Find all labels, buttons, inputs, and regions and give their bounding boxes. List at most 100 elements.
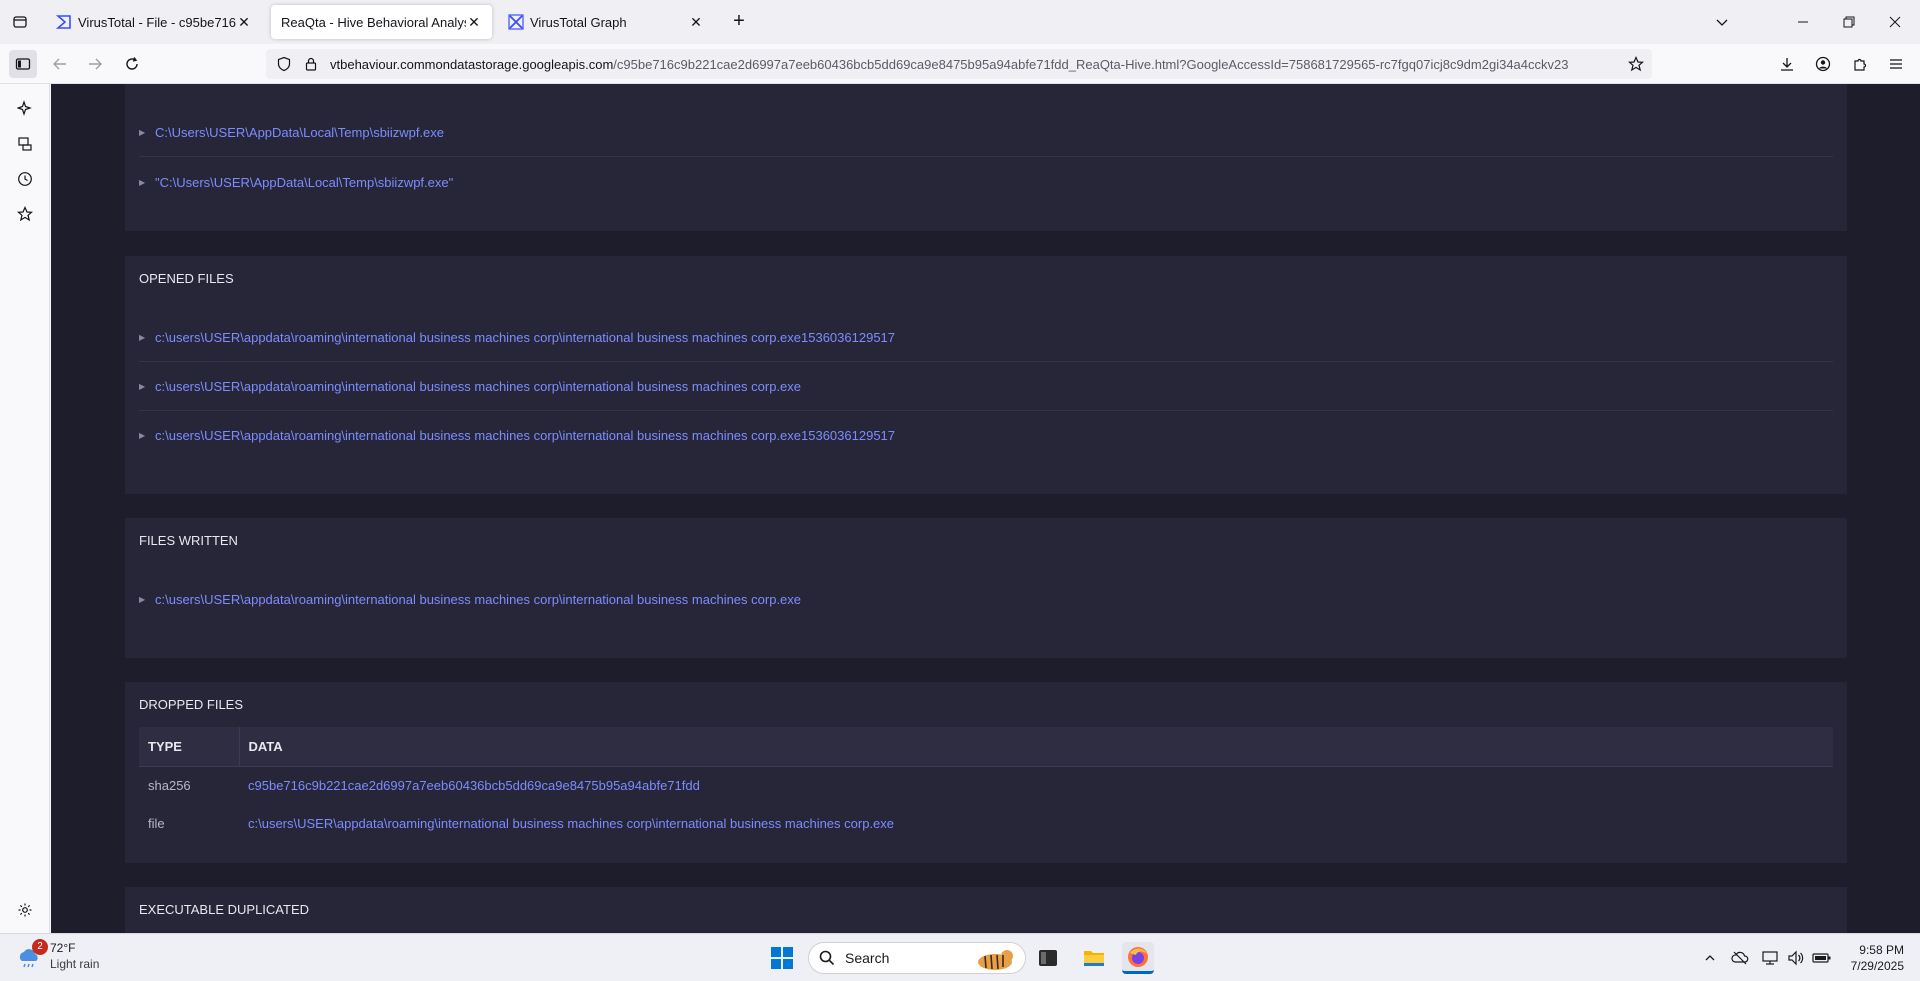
address-bar[interactable]: vtbehaviour.commondatastorage.googleapis… xyxy=(266,49,1652,79)
synced-tabs-button[interactable] xyxy=(12,131,38,157)
weather-widget[interactable]: 2 72°F Light rain xyxy=(16,939,100,972)
task-view-button[interactable] xyxy=(1032,942,1064,974)
executable-duplicated-card: EXECUTABLE DUPLICATED xyxy=(125,887,1847,933)
cell-type: file xyxy=(148,815,165,831)
folder-icon xyxy=(1084,951,1104,966)
list-item[interactable]: ▶ "C:\Users\USER\AppData\Local\Temp\sbii… xyxy=(139,158,1833,207)
expand-triangle-icon[interactable]: ▶ xyxy=(139,382,149,391)
customize-sidebar-button[interactable] xyxy=(12,897,38,923)
lock-icon[interactable] xyxy=(304,57,318,71)
expand-triangle-icon[interactable]: ▶ xyxy=(139,128,149,137)
forward-button[interactable] xyxy=(81,50,109,78)
network-tray-button[interactable] xyxy=(1760,948,1780,968)
close-tab-icon[interactable]: ✕ xyxy=(236,14,252,30)
files-written-card: FILES WRITTEN ▶ c:\users\USER\appdata\ro… xyxy=(125,518,1847,658)
opened-files-card: OPENED FILES ▶ c:\users\USER\appdata\roa… xyxy=(125,256,1847,494)
onedrive-tray-button[interactable] xyxy=(1730,948,1750,968)
chevron-up-icon xyxy=(1705,955,1715,961)
volume-tray-button[interactable] xyxy=(1786,948,1806,968)
ai-chatbot-button[interactable] xyxy=(12,95,38,121)
file-link[interactable]: c:\users\USER\appdata\roaming\internatio… xyxy=(155,592,801,607)
extensions-button[interactable] xyxy=(1846,50,1874,78)
search-label: Search xyxy=(845,950,890,966)
section-title: OPENED FILES xyxy=(139,271,234,286)
tab-bar: VirusTotal - File - c95be716c9b2 ✕ ReaQt… xyxy=(0,0,1920,44)
file-explorer-button[interactable] xyxy=(1078,942,1110,974)
column-header-type: TYPE xyxy=(139,727,240,767)
restore-button[interactable] xyxy=(1826,0,1872,44)
dropped-files-table: TYPE DATA sha256 c95be716c9b221cae2d6997… xyxy=(139,727,1833,842)
process-link[interactable]: C:\Users\USER\AppData\Local\Temp\sbiizwp… xyxy=(155,125,444,140)
virustotal-icon xyxy=(56,14,72,30)
forward-arrow-icon xyxy=(89,58,102,70)
tab-virustotal-file[interactable]: VirusTotal - File - c95be716c9b2 ✕ xyxy=(46,5,262,39)
temperature: 72°F xyxy=(50,941,76,955)
minimize-button[interactable] xyxy=(1780,0,1826,44)
tab-title: VirusTotal - File - c95be716c9b2 xyxy=(78,14,236,30)
account-button[interactable] xyxy=(1809,50,1837,78)
show-hidden-icons-button[interactable] xyxy=(1700,948,1720,968)
close-tab-icon[interactable]: ✕ xyxy=(466,14,482,30)
dropped-files-card: DROPPED FILES TYPE DATA sha256 c95be716c… xyxy=(125,682,1847,863)
process-link[interactable]: "C:\Users\USER\AppData\Local\Temp\sbiizw… xyxy=(155,175,453,190)
close-tab-icon[interactable]: ✕ xyxy=(688,14,704,30)
expand-triangle-icon[interactable]: ▶ xyxy=(139,178,149,187)
expand-triangle-icon[interactable]: ▶ xyxy=(139,431,149,440)
cloud-offline-icon xyxy=(1731,951,1749,965)
battery-tray-button[interactable] xyxy=(1812,948,1832,968)
bookmarks-button[interactable] xyxy=(12,201,38,227)
file-link[interactable]: c:\users\USER\appdata\roaming\internatio… xyxy=(155,330,895,345)
expand-triangle-icon[interactable]: ▶ xyxy=(139,595,149,604)
section-title: FILES WRITTEN xyxy=(139,533,238,548)
sidebar-toggle-button[interactable] xyxy=(9,50,37,78)
gear-icon xyxy=(18,903,32,917)
firefox-view-icon xyxy=(13,16,27,28)
list-item[interactable]: ▶ c:\users\USER\appdata\roaming\internat… xyxy=(139,313,1833,362)
back-button[interactable] xyxy=(46,50,74,78)
start-button[interactable] xyxy=(766,942,798,974)
tab-virustotal-graph[interactable]: VirusTotal Graph ✕ xyxy=(498,5,714,39)
bookmark-star-icon[interactable] xyxy=(1628,56,1644,72)
cell-type: sha256 xyxy=(148,777,191,793)
weather-description: Light rain xyxy=(50,957,100,971)
history-button[interactable] xyxy=(12,166,38,192)
reload-button[interactable] xyxy=(118,50,146,78)
navigation-toolbar: vtbehaviour.commondatastorage.googleapis… xyxy=(0,44,1920,84)
list-item[interactable]: ▶ C:\Users\USER\AppData\Local\Temp\sbiiz… xyxy=(139,108,1833,157)
firefox-view-button[interactable] xyxy=(0,0,40,44)
cell-data-link[interactable]: c95be716c9b221cae2d6997a7eeb60436bcb5dd6… xyxy=(239,766,1833,804)
list-item[interactable]: ▶ c:\users\USER\appdata\roaming\internat… xyxy=(139,411,1833,460)
minimize-icon xyxy=(1798,21,1808,23)
list-item[interactable]: ▶ c:\users\USER\appdata\roaming\internat… xyxy=(139,575,1833,624)
process-card: ▶ C:\Users\USER\AppData\Local\Temp\sbiiz… xyxy=(125,84,1847,231)
taskbar-search[interactable]: Search xyxy=(808,942,1026,974)
cell-data-link[interactable]: c:\users\USER\appdata\roaming\internatio… xyxy=(239,804,1833,842)
report-page: ▶ C:\Users\USER\AppData\Local\Temp\sbiiz… xyxy=(51,84,1920,933)
close-window-button[interactable] xyxy=(1872,0,1918,44)
menu-button[interactable] xyxy=(1882,50,1910,78)
search-icon xyxy=(819,950,835,966)
table-row: file c:\users\USER\appdata\roaming\inter… xyxy=(139,804,1833,842)
firefox-taskbar-button[interactable] xyxy=(1122,942,1154,974)
url-path: /c95be716c9b221cae2d6997a7eeb60436bcb5dd… xyxy=(613,56,1569,72)
list-item[interactable]: ▶ c:\users\USER\appdata\roaming\internat… xyxy=(139,362,1833,411)
system-clock[interactable]: 9:58 PM 7/29/2025 xyxy=(1838,942,1904,974)
chevron-down-icon xyxy=(1716,19,1728,26)
sidebar-icon xyxy=(15,58,31,70)
battery-icon xyxy=(1812,953,1831,963)
new-tab-button[interactable]: + xyxy=(728,11,750,33)
windows-taskbar: 2 72°F Light rain Search 9:58 PM 7/29/20… xyxy=(0,933,1920,981)
downloads-button[interactable] xyxy=(1773,50,1801,78)
clock-date: 7/29/2025 xyxy=(1850,959,1904,973)
close-icon xyxy=(1889,16,1901,28)
expand-triangle-icon[interactable]: ▶ xyxy=(139,333,149,342)
shield-icon[interactable] xyxy=(276,56,292,72)
tab-reaqta[interactable]: ReaQta - Hive Behavioral Analysis ✕ xyxy=(271,5,492,39)
url-text[interactable]: vtbehaviour.commondatastorage.googleapis… xyxy=(330,57,1628,72)
file-link[interactable]: c:\users\USER\appdata\roaming\internatio… xyxy=(155,379,801,394)
puzzle-icon xyxy=(1854,58,1867,71)
list-all-tabs-button[interactable] xyxy=(1699,0,1745,44)
file-link[interactable]: c:\users\USER\appdata\roaming\internatio… xyxy=(155,428,895,443)
network-icon xyxy=(1762,951,1778,965)
download-icon xyxy=(1781,58,1793,71)
